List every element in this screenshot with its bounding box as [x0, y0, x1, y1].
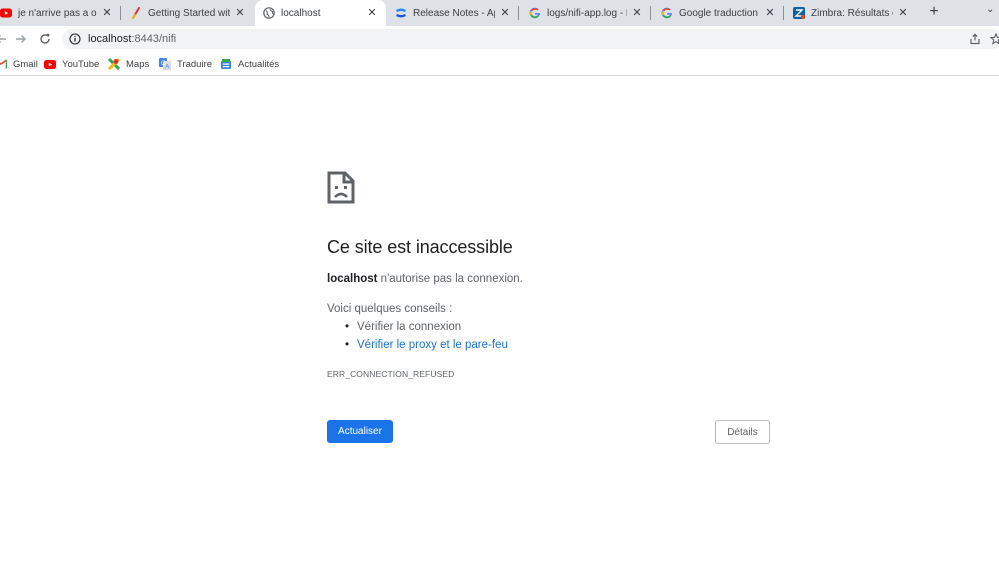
info-icon[interactable]: [69, 33, 81, 45]
address-url: localhost:8443/nifi: [88, 33, 176, 45]
google-icon: [661, 7, 673, 19]
translate-icon: GA: [159, 58, 171, 70]
error-code: ERR_CONNECTION_REFUSED: [327, 369, 455, 379]
google-icon: [529, 7, 541, 19]
youtube-icon: [0, 7, 12, 19]
tab-title: localhost: [281, 7, 321, 19]
bookmark-label: YouTube: [62, 58, 100, 70]
tip-check-proxy-link[interactable]: Vérifier le proxy et le pare-feu: [357, 339, 508, 351]
tab-title: logs/nifi-app.log - Rec: [547, 7, 627, 19]
tab-localhost[interactable]: localhost ✕: [255, 0, 386, 26]
close-icon[interactable]: ✕: [631, 7, 643, 19]
nifi-icon: [130, 7, 142, 19]
reload-button[interactable]: [36, 30, 54, 48]
svg-text:A: A: [165, 65, 169, 71]
error-title: Ce site est inaccessible: [327, 237, 513, 257]
forward-button[interactable]: [12, 30, 30, 48]
address-bar[interactable]: localhost:8443/nifi: [62, 29, 999, 49]
close-icon[interactable]: ✕: [234, 7, 246, 19]
tab-title: Release Notes - Apach: [413, 7, 495, 19]
tab-nifi-app-log[interactable]: logs/nifi-app.log - Rec ✕: [519, 0, 651, 26]
close-icon[interactable]: ✕: [499, 7, 511, 19]
error-page: Ce site est inaccessible localhost n'aut…: [0, 77, 999, 585]
globe-icon: [263, 7, 275, 19]
youtube-icon: [44, 58, 56, 70]
toolbar: localhost:8443/nifi: [0, 26, 999, 52]
maps-icon: [108, 58, 120, 70]
tab-nifi-getting-started[interactable]: Getting Started with A ✕: [121, 0, 254, 26]
bookmark-label: Maps: [126, 58, 150, 70]
reload-icon: [40, 33, 50, 44]
bookmark-youtube[interactable]: YouTube: [44, 57, 99, 71]
close-icon[interactable]: ✕: [897, 7, 909, 19]
star-icon: [990, 33, 999, 45]
tab-title: Google traduction - R: [679, 7, 760, 19]
details-button[interactable]: Détails: [715, 420, 770, 444]
bookmark-label: Gmail: [13, 58, 38, 70]
error-description-text: n'autorise pas la connexion.: [377, 273, 523, 285]
tip-check-connection: Vérifier la connexion: [357, 321, 462, 333]
list-item[interactable]: Vérifier le proxy et le pare-feu: [345, 336, 508, 354]
tab-youtube[interactable]: je n'arrive pas a ouvrir ✕: [0, 0, 121, 26]
arrow-left-icon: [0, 35, 6, 43]
tab-zimbra[interactable]: Zimbra: Résultats de r ✕: [785, 0, 917, 26]
close-icon[interactable]: ✕: [366, 7, 378, 19]
bookmark-label: Traduire: [177, 58, 213, 70]
tips-heading: Voici quelques conseils :: [327, 303, 453, 315]
list-item: Vérifier la connexion: [345, 318, 508, 336]
gmail-icon: [0, 58, 7, 70]
tab-separator: [783, 6, 784, 20]
tab-title: Zimbra: Résultats de r: [811, 7, 893, 19]
bookmark-traduire[interactable]: GA Traduire: [159, 57, 212, 71]
tab-title: Getting Started with A: [148, 7, 230, 19]
reload-page-button[interactable]: Actualiser: [327, 420, 393, 443]
bookmark-actualites[interactable]: Actualités: [220, 57, 279, 71]
confluence-icon: [395, 7, 407, 19]
tab-strip: je n'arrive pas a ouvrir ✕ Getting Start…: [0, 0, 999, 26]
bookmark-star-button[interactable]: [987, 30, 999, 48]
bookmark-label: Actualités: [238, 58, 280, 70]
news-icon: [220, 58, 232, 70]
bookmarks-bar: Gmail YouTube Maps GA Traduire Actualité…: [0, 52, 999, 76]
arrow-right-icon: [16, 35, 26, 43]
url-path: :8443/nifi: [131, 33, 177, 45]
share-button[interactable]: [966, 30, 984, 48]
tab-title: je n'arrive pas a ouvrir: [18, 7, 97, 19]
error-description: localhost n'autorise pas la connexion.: [327, 273, 523, 285]
close-icon[interactable]: ✕: [101, 7, 113, 19]
zimbra-icon: [793, 7, 805, 19]
sad-document-icon: [327, 171, 355, 204]
bookmark-gmail[interactable]: Gmail: [0, 57, 38, 71]
new-tab-button[interactable]: +: [925, 3, 943, 21]
chevron-down-icon[interactable]: ⌄: [986, 4, 994, 15]
tab-google-translate[interactable]: Google traduction - R ✕: [651, 0, 784, 26]
close-icon[interactable]: ✕: [764, 7, 776, 19]
tab-release-notes[interactable]: Release Notes - Apach ✕: [387, 0, 519, 26]
tips-list: Vérifier la connexion Vérifier le proxy …: [345, 318, 508, 354]
back-button[interactable]: [0, 30, 10, 48]
url-host: localhost: [88, 33, 132, 45]
share-icon: [970, 33, 980, 45]
bookmark-maps[interactable]: Maps: [108, 57, 149, 71]
error-host: localhost: [327, 273, 378, 285]
